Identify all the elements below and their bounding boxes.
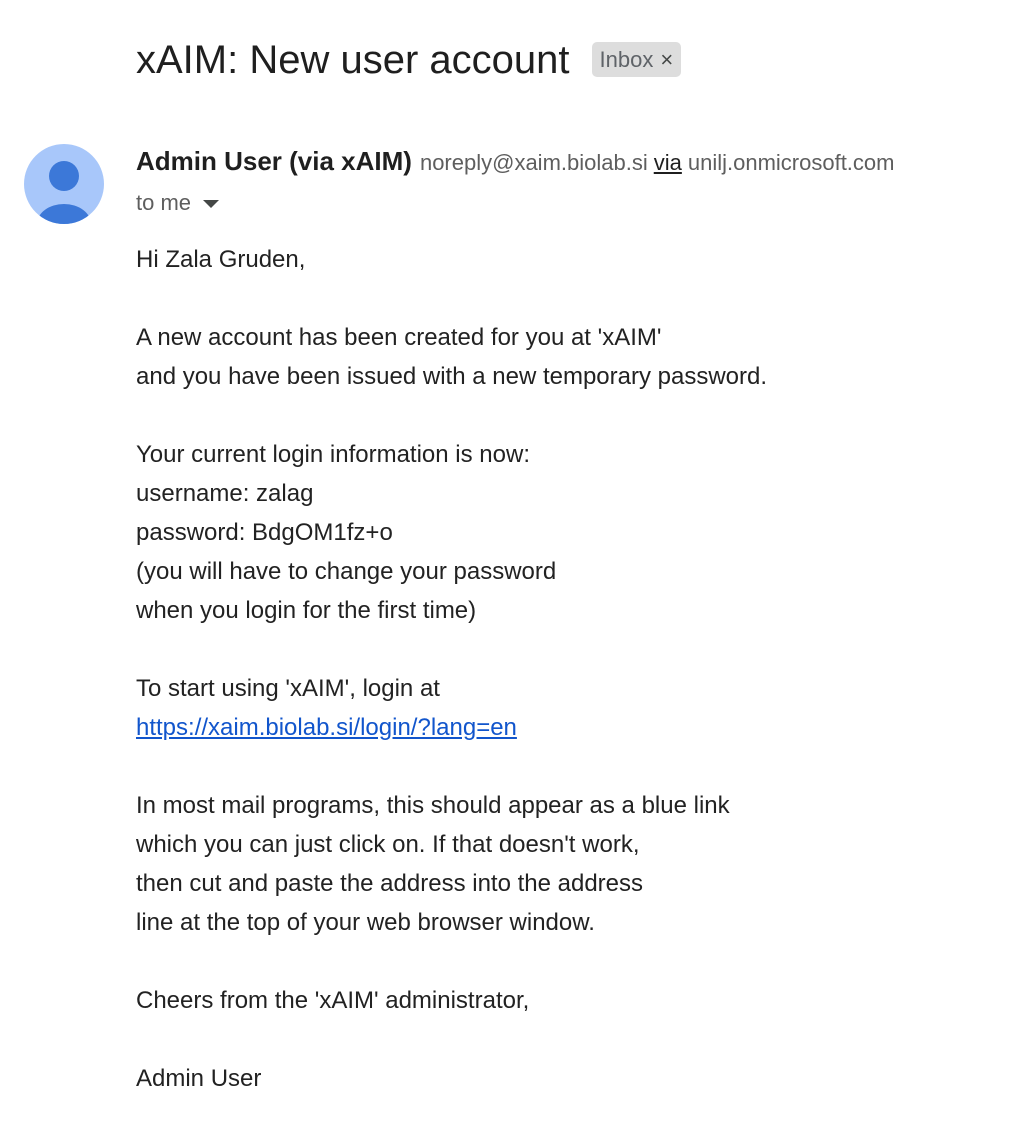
sender-name[interactable]: Admin User (via xAIM) <box>136 146 412 177</box>
login-link[interactable]: https://xaim.biolab.si/login/?lang=en <box>136 714 517 741</box>
change-note-line-1: (you will have to change your password <box>136 558 557 585</box>
intro-line-2: and you have been issued with a new temp… <box>136 363 768 390</box>
via-link[interactable]: via <box>654 150 682 176</box>
intro-line-1: A new account has been created for you a… <box>136 324 662 351</box>
help-line-4: line at the top of your web browser wind… <box>136 909 595 936</box>
greeting: Hi Zala Gruden, <box>136 246 306 273</box>
recipient-text: to me <box>136 190 192 215</box>
signoff: Cheers from the 'xAIM' administrator, <box>136 987 530 1014</box>
recipient-details-toggle[interactable]: to me <box>136 190 220 216</box>
inbox-label-text: Inbox <box>599 46 654 72</box>
via-domain: unilj.onmicrosoft.com <box>687 150 895 175</box>
sender-email: noreply@xaim.biolab.si <box>419 150 648 175</box>
login-info-heading: Your current login information is now: <box>136 441 530 468</box>
change-note-line-2: when you login for the first time) <box>136 597 477 624</box>
signature: Admin User <box>136 1065 262 1092</box>
email-body: Hi Zala Gruden, A new account has been c… <box>136 240 996 1098</box>
caret-down-icon[interactable] <box>203 200 220 208</box>
password-line: password: BdgOM1fz+o <box>136 519 393 546</box>
sender-info: Admin User (via xAIM) noreply@xaim.biola… <box>136 146 895 177</box>
remove-label-icon[interactable]: × <box>660 42 673 77</box>
username-line: username: zalag <box>136 480 314 507</box>
email-header: xAIM: New user account Inbox × <box>136 36 682 84</box>
email-subject: xAIM: New user account <box>136 38 570 82</box>
help-line-1: In most mail programs, this should appea… <box>136 792 730 819</box>
login-link-line: https://xaim.biolab.si/login/?lang=en <box>136 708 996 747</box>
start-line: To start using 'xAIM', login at <box>136 675 440 702</box>
inbox-label-chip[interactable]: Inbox × <box>591 41 682 77</box>
help-line-3: then cut and paste the address into the … <box>136 870 644 897</box>
help-line-2: which you can just click on. If that doe… <box>136 831 640 858</box>
person-avatar-icon[interactable] <box>24 144 104 224</box>
